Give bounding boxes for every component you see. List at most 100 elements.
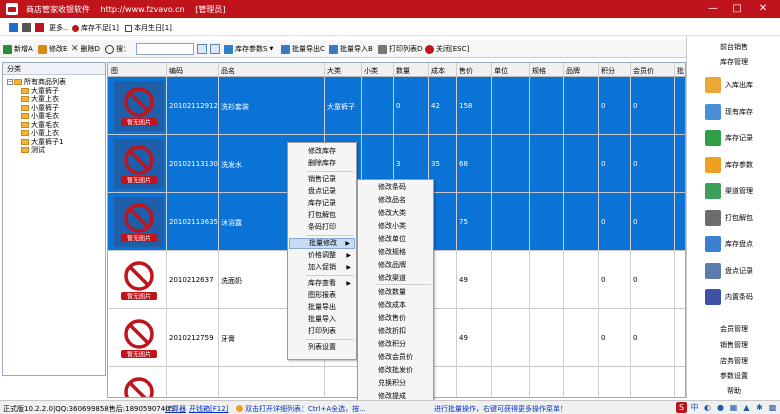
batch-export-button[interactable]: 批量导出C [281,43,325,55]
category-item[interactable]: 大童裤子 [7,87,105,96]
submenu-item[interactable]: 修改单位 [359,234,432,245]
submenu-item[interactable]: 修改大类 [359,208,432,219]
stock-params-button[interactable]: 库存参数S ▼ [224,43,273,55]
context-menu-item[interactable]: 批量导出 [289,302,355,313]
submenu-item[interactable]: 兑换积分 [359,378,432,389]
grid-tray-icon[interactable]: ▩ [767,402,778,413]
minimize-button[interactable]: — [702,2,724,16]
category-item[interactable]: 测试 [7,146,105,155]
submenu-item[interactable]: 修改小类 [359,221,432,232]
column-header[interactable]: 会员价 [633,66,654,76]
cashbox-link[interactable]: 开钱箱[F12] [189,404,228,414]
moon-icon[interactable]: ◐ [702,402,713,413]
context-menu-item[interactable]: 库存查看 ▶ [289,278,355,289]
context-menu-item[interactable]: 打印列表 [289,326,355,337]
nav-button-5[interactable]: 打包解包 [705,209,780,227]
submenu-item[interactable]: 修改渠道 [359,273,432,284]
stock-management-link[interactable]: 库存管理 [687,57,780,67]
submenu-item[interactable]: 修改规格 [359,247,432,258]
nav-button-4[interactable]: 渠道管理 [705,182,780,200]
new-button[interactable]: 新增A [3,43,33,55]
mic-icon[interactable]: ● [715,402,726,413]
context-menu-item[interactable]: 打包解包 [289,210,355,221]
sales-management-link[interactable]: 销售管理 [687,340,780,350]
submenu-item[interactable]: 修改条码 [359,182,432,193]
nav-button-7[interactable]: 盘点记录 [705,262,780,280]
edit-button[interactable]: 修改E [38,43,67,55]
column-header[interactable]: 售价 [459,66,473,76]
close-button[interactable]: ✕ [750,2,776,16]
column-header[interactable]: 成本 [431,66,445,76]
context-menu-item[interactable]: 图形报表 [289,290,355,301]
submenu-item[interactable]: 修改成本 [359,300,432,311]
column-header[interactable]: 品牌 [566,66,580,76]
column-header[interactable]: 单位 [494,66,508,76]
theme-swatch-red[interactable] [35,23,44,32]
close-esc-button[interactable]: 关闭[ESC] [425,43,469,55]
context-menu-item[interactable]: 销售记录 [289,174,355,185]
nav-button-8[interactable]: 内置条码 [705,288,780,306]
submenu-item[interactable]: 修改会员价 [359,352,432,363]
table-row[interactable]: 暂无图片 20102112912 洗衫套装 大童裤子 0 42 158 0 0 [108,77,685,135]
context-menu-item[interactable]: 批量导入 [289,314,355,325]
nav-button-3[interactable]: 库存参数 [705,156,780,174]
context-menu-item[interactable]: 删除库存 [289,158,355,169]
nav-button-1[interactable]: 现有库存 [705,103,780,121]
theme-swatch-blue[interactable] [9,23,18,32]
context-menu-item[interactable]: 盘点记录 [289,186,355,197]
context-menu-item[interactable]: 库存记录 [289,198,355,209]
category-item[interactable]: 大童毛衣 [7,121,105,130]
tree-expander-icon[interactable]: − [7,79,13,86]
context-menu-item[interactable]: 价格调整 ▶ [289,250,355,261]
ime-icon[interactable]: S [676,402,687,413]
context-menu-item[interactable]: 条码打印 [289,222,355,233]
column-header[interactable]: 批 [677,66,684,76]
help-link[interactable]: 帮助 [687,386,780,396]
column-header[interactable]: 图 [111,66,118,76]
category-item[interactable]: 大童上衣 [7,95,105,104]
print-list-button[interactable]: 打印列表D [378,43,422,55]
column-header[interactable]: 小类 [364,66,378,76]
context-menu-item[interactable]: 列表设置 [289,342,355,353]
column-header[interactable]: 编码 [169,66,183,76]
submenu-item[interactable]: 修改数量 [359,287,432,298]
member-management-link[interactable]: 会员管理 [687,324,780,334]
nav-button-2[interactable]: 库存记录 [705,129,780,147]
category-item[interactable]: 小童裤子 [7,104,105,113]
column-header[interactable]: 积分 [601,66,615,76]
delete-button[interactable]: ✕ 删除D [71,43,100,55]
column-header[interactable]: 规格 [532,66,546,76]
tools-icon[interactable]: ✱ [754,402,765,413]
settings-link[interactable]: 参数设置 [687,371,780,381]
keyboard-tray-icon[interactable]: ▦ [728,402,739,413]
pos-sales-link[interactable]: 前台销售 [687,42,780,52]
scan-icon[interactable] [210,44,220,54]
category-item[interactable]: − 所有商品列表 [7,78,105,87]
more-link[interactable]: 更多.. [49,23,67,33]
calculator-link[interactable]: 计算器 [165,404,186,414]
batch-import-button[interactable]: 批量导入B [329,43,373,55]
context-menu-item[interactable]: 修改库存 [289,146,355,157]
category-item[interactable]: 大童裤子1 [7,138,105,147]
birthday-alert[interactable]: 本月生日[1] [125,23,172,33]
stock-alert[interactable]: 库存不足[1] [72,23,119,33]
search-input[interactable] [136,43,194,55]
submenu-item[interactable]: 修改折扣 [359,326,432,337]
shirt-icon[interactable]: ▲ [741,402,752,413]
maximize-button[interactable]: □ [726,2,748,16]
nav-button-0[interactable]: 入库出库 [705,76,780,94]
column-header[interactable]: 大类 [327,66,341,76]
nav-button-6[interactable]: 库存盘点 [705,235,780,253]
column-header[interactable]: 品名 [221,66,235,76]
category-item[interactable]: 小童上衣 [7,129,105,138]
theme-swatch-gray[interactable] [22,23,31,32]
submenu-item[interactable]: 修改品牌 [359,260,432,271]
column-header[interactable]: 数量 [396,66,410,76]
submenu-item[interactable]: 修改批发价 [359,365,432,376]
submenu-item[interactable]: 修改积分 [359,339,432,350]
context-menu-item[interactable]: 加入促销 ▶ [289,262,355,273]
context-menu-item[interactable]: 批量修改 ▶ [289,238,355,249]
chinese-mode-icon[interactable]: 中 [689,402,700,413]
submenu-item[interactable]: 修改品名 [359,195,432,206]
category-item[interactable]: 小童毛衣 [7,112,105,121]
